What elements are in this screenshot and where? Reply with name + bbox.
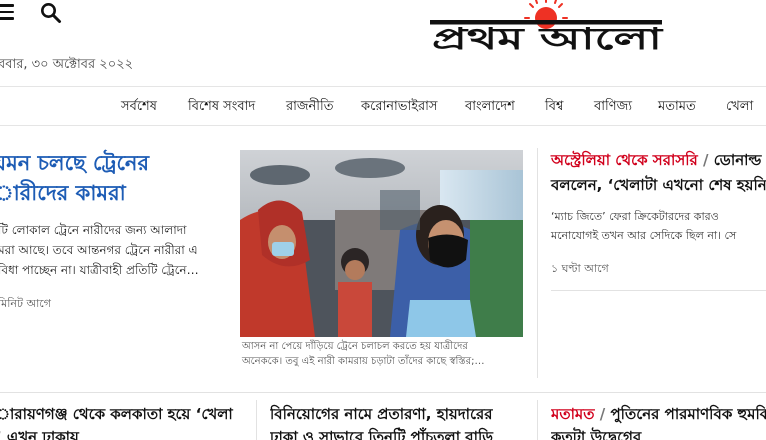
lead-summary-line: মরা আছে। তবে আন্তনগর ট্রেনে নারীরা এ	[0, 243, 198, 257]
nav-item-latest[interactable]: সর্বশেষ	[121, 97, 157, 118]
main-navigation: সর্বশেষ বিশেষ সংবাদ রাজনীতি করোনাভাইরাস …	[0, 86, 766, 126]
right-headline-line[interactable]: অস্ট্রেলিয়া থেকে সরাসরি / ডোনাল্ড	[551, 148, 766, 173]
right-summary-line: মনোযোগই তখন আর সেদিকে ছিল না। সে	[551, 229, 737, 242]
kicker-separator: /	[594, 405, 611, 423]
bottom-headline-line[interactable]: কতটা উদ্বেগের	[551, 426, 766, 440]
menu-icon[interactable]	[0, 4, 14, 20]
prothom-alo-logo[interactable]: প্রথম আলো	[428, 0, 668, 56]
column-divider	[256, 400, 257, 440]
nav-item-politics[interactable]: রাজনীতি	[286, 97, 334, 118]
caption-line: আসন না পেয়ে দাঁড়িয়ে ট্রেনে চলাচল করতে…	[242, 341, 468, 352]
column-divider	[537, 400, 538, 440]
lead-summary-line: বিধা পাচ্ছেন না। যাত্রীবাহী প্রতিটি ট্রে…	[0, 263, 199, 277]
nav-item-coronavirus[interactable]: করোনাভাইরাস	[361, 97, 438, 118]
bottom-headline-line[interactable]: ঢাকা ও সাভারে তিনটি পাঁচতলা বাড়ি	[270, 426, 532, 440]
row-divider	[0, 392, 766, 393]
lead-timestamp: মিনিট আগে	[0, 297, 51, 310]
bottom-headline-line[interactable]: ’ এখন ঢাকায়	[0, 426, 236, 440]
bottom-story-3[interactable]: মতামত / পুতিনের পারমাণবিক হুমকি কতটা উদ্…	[551, 403, 766, 440]
right-headline[interactable]: অস্ট্রেলিয়া থেকে সরাসরি / ডোনাল্ড বললেন…	[551, 148, 766, 198]
bottom-headline-line[interactable]: ারায়ণগঞ্জ থেকে কলকাতা হয়ে ‘খেলা	[0, 403, 236, 426]
lead-headline[interactable]: যমন চলছে ট্রেনের ারীদের কামরা	[0, 148, 219, 208]
story-divider	[551, 290, 766, 291]
photo-caption: আসন না পেয়ে দাঁড়িয়ে ট্রেনে চলাচল করতে…	[242, 339, 524, 369]
right-headline-line[interactable]: বললেন, ‘খেলাটা এখনো শেষ হয়নি	[551, 173, 766, 198]
lead-headline-line[interactable]: যমন চলছে ট্রেনের	[0, 148, 219, 178]
caption-line: অনেককে। তবু এই নারী কামরায় চড়াটা তাঁদে…	[242, 356, 485, 367]
bottom-headline-line[interactable]: মতামত / পুতিনের পারমাণবিক হুমকি	[551, 403, 766, 426]
kicker-label[interactable]: অস্ট্রেলিয়া থেকে সরাসরি	[551, 151, 698, 169]
right-headline-part[interactable]: ডোনাল্ড	[714, 151, 762, 169]
bottom-story-2[interactable]: বিনিয়োগের নামে প্রতারণা, হায়দারের ঢাকা…	[270, 403, 532, 440]
nav-item-special[interactable]: বিশেষ সংবাদ	[188, 97, 255, 118]
lead-headline-line[interactable]: ারীদের কামরা	[0, 178, 219, 208]
kicker-separator: /	[697, 151, 714, 169]
bottom-headline-part[interactable]: পুতিনের পারমাণবিক হুমকি	[610, 405, 766, 423]
lead-summary: টি লোকাল ট্রেনে নারীদের জন্য আলাদা মরা আ…	[0, 220, 223, 280]
nav-item-bangladesh[interactable]: বাংলাদেশ	[465, 97, 515, 118]
current-date: ববার, ৩০ অক্টোবর ২০২২	[0, 57, 134, 72]
bottom-story-1[interactable]: ারায়ণগঞ্জ থেকে কলকাতা হয়ে ‘খেলা ’ এখন …	[0, 403, 236, 440]
right-summary: ‘ম্যাচ জিতে’ ফেরা ক্রিকেটারদের কারও মনোয…	[551, 207, 766, 245]
right-timestamp: ১ ঘণ্টা আগে	[551, 262, 609, 275]
search-icon[interactable]	[40, 2, 62, 24]
column-divider	[537, 148, 538, 378]
header: ববার, ৩০ অক্টোবর ২০২২ প্রথম আলো	[0, 0, 766, 86]
lead-summary-line: টি লোকাল ট্রেনে নারীদের জন্য আলাদা	[0, 223, 187, 237]
bottom-headline-line[interactable]: বিনিয়োগের নামে প্রতারণা, হায়দারের	[270, 403, 532, 426]
nav-item-business[interactable]: বাণিজ্য	[594, 97, 632, 118]
nav-item-sports[interactable]: খেলা	[726, 97, 753, 118]
nav-item-opinion[interactable]: মতামত	[658, 97, 696, 118]
svg-text:প্রথম আলো: প্রথম আলো	[432, 22, 664, 56]
nav-item-world[interactable]: বিশ্ব	[545, 97, 563, 118]
kicker-label[interactable]: মতামত	[551, 405, 595, 423]
lead-photo[interactable]	[240, 150, 523, 337]
right-summary-line: ‘ম্যাচ জিতে’ ফেরা ক্রিকেটারদের কারও	[551, 210, 719, 223]
